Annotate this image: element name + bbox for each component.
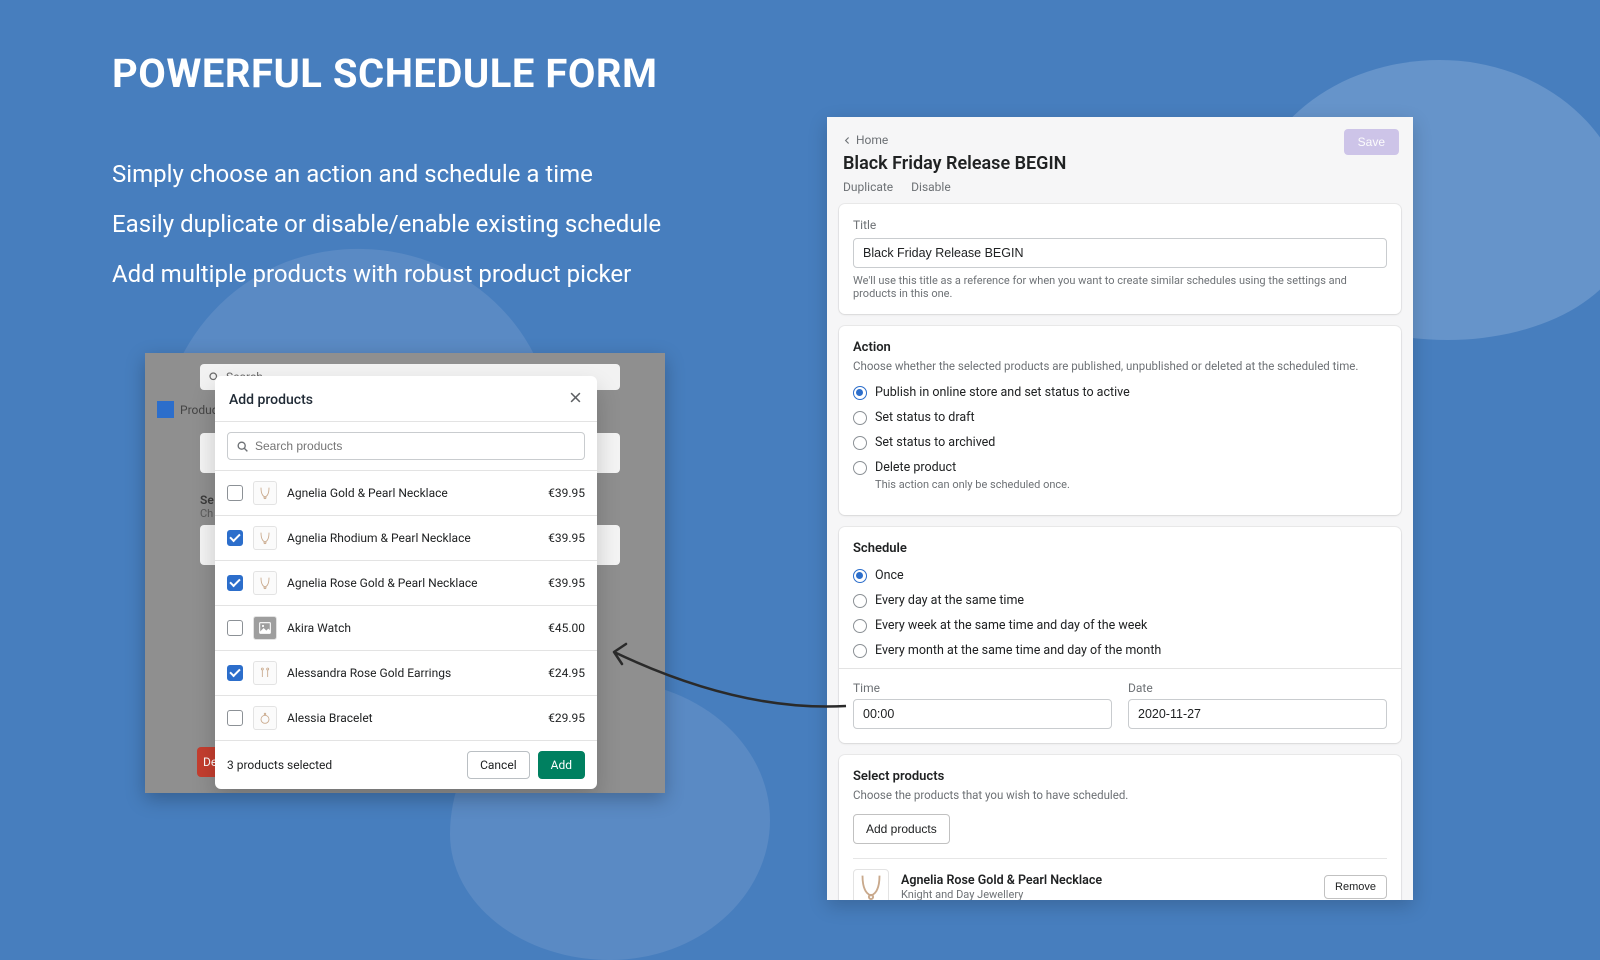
product-checkbox[interactable] bbox=[227, 485, 243, 501]
product-row[interactable]: Alessandra Rose Gold Earrings €24.95 bbox=[215, 651, 597, 696]
select-products-title: Select products bbox=[853, 769, 1387, 784]
product-row[interactable]: Agnelia Gold & Pearl Necklace €39.95 bbox=[215, 471, 597, 516]
date-label: Date bbox=[1128, 681, 1387, 695]
time-input[interactable] bbox=[853, 699, 1112, 729]
product-thumb bbox=[253, 661, 277, 685]
chevron-left-icon bbox=[843, 136, 852, 145]
schedule-radio-monthly[interactable] bbox=[853, 644, 867, 658]
hero-points: Simply choose an action and schedule a t… bbox=[112, 160, 661, 310]
hero-point-2: Easily duplicate or disable/enable exist… bbox=[112, 210, 661, 238]
search-icon bbox=[236, 440, 249, 453]
date-input[interactable] bbox=[1128, 699, 1387, 729]
duplicate-link[interactable]: Duplicate bbox=[843, 180, 893, 194]
action-card: Action Choose whether the selected produ… bbox=[839, 326, 1401, 515]
remove-button[interactable]: Remove bbox=[1324, 875, 1387, 899]
product-thumb bbox=[253, 706, 277, 730]
title-input[interactable] bbox=[853, 238, 1387, 268]
schedule-form-panel: Save Home Black Friday Release BEGIN Dup… bbox=[827, 117, 1413, 900]
disable-link[interactable]: Disable bbox=[911, 180, 951, 194]
schedule-card: Schedule Once Every day at the same time… bbox=[839, 527, 1401, 743]
product-row[interactable]: Alessia Bracelet €29.95 bbox=[215, 696, 597, 741]
product-checkbox[interactable] bbox=[227, 620, 243, 636]
selected-product-name: Agnelia Rose Gold & Pearl Necklace bbox=[901, 873, 1312, 888]
schedule-radio-weekly[interactable] bbox=[853, 619, 867, 633]
schedule-title: Schedule bbox=[853, 541, 1387, 556]
product-picker-modal: Add products Agnelia Gold & Pearl Neckla… bbox=[215, 376, 597, 789]
product-row[interactable]: Akira Watch €45.00 bbox=[215, 606, 597, 651]
product-name: Agnelia Rhodium & Pearl Necklace bbox=[287, 531, 538, 545]
search-products-input[interactable] bbox=[227, 432, 585, 460]
product-price: €39.95 bbox=[548, 486, 585, 500]
modal-title: Add products bbox=[229, 392, 313, 408]
cancel-button[interactable]: Cancel bbox=[467, 751, 530, 779]
product-checkbox[interactable] bbox=[227, 665, 243, 681]
product-name: Alessandra Rose Gold Earrings bbox=[287, 666, 538, 680]
action-title: Action bbox=[853, 340, 1387, 355]
add-button[interactable]: Add bbox=[538, 751, 585, 779]
product-checkbox[interactable] bbox=[227, 710, 243, 726]
breadcrumb-home[interactable]: Home bbox=[843, 133, 1397, 147]
selected-product-vendor: Knight and Day Jewellery bbox=[901, 888, 1312, 900]
save-button[interactable]: Save bbox=[1344, 129, 1399, 155]
product-price: €39.95 bbox=[548, 576, 585, 590]
action-radio-draft[interactable] bbox=[853, 411, 867, 425]
title-label: Title bbox=[853, 218, 1387, 232]
app-logo bbox=[157, 401, 174, 418]
product-price: €45.00 bbox=[548, 621, 585, 635]
picker-backdrop: Search Product Se Ch De Add products Agn… bbox=[145, 353, 665, 793]
hero-point-3: Add multiple products with robust produc… bbox=[112, 260, 661, 288]
product-row[interactable]: Agnelia Rose Gold & Pearl Necklace €39.9… bbox=[215, 561, 597, 606]
action-radio-archived[interactable] bbox=[853, 436, 867, 450]
product-name: Agnelia Rose Gold & Pearl Necklace bbox=[287, 576, 538, 590]
title-card: Title We'll use this title as a referenc… bbox=[839, 204, 1401, 314]
add-products-button[interactable]: Add products bbox=[853, 814, 950, 844]
page-title: Black Friday Release BEGIN bbox=[843, 153, 1066, 174]
product-thumb bbox=[253, 481, 277, 505]
title-helper: We'll use this title as a reference for … bbox=[853, 274, 1387, 300]
selected-product-row: Agnelia Rose Gold & Pearl Necklace Knigh… bbox=[853, 858, 1387, 900]
product-price: €39.95 bbox=[548, 531, 585, 545]
selected-count: 3 products selected bbox=[227, 758, 459, 772]
product-name: Agnelia Gold & Pearl Necklace bbox=[287, 486, 538, 500]
product-thumb bbox=[253, 526, 277, 550]
hero-point-1: Simply choose an action and schedule a t… bbox=[112, 160, 661, 188]
product-thumb bbox=[253, 616, 277, 640]
action-subtitle: Choose whether the selected products are… bbox=[853, 359, 1387, 373]
product-checkbox[interactable] bbox=[227, 575, 243, 591]
schedule-radio-daily[interactable] bbox=[853, 594, 867, 608]
product-checkbox[interactable] bbox=[227, 530, 243, 546]
select-products-subtitle: Choose the products that you wish to hav… bbox=[853, 788, 1387, 802]
select-products-card: Select products Choose the products that… bbox=[839, 755, 1401, 900]
product-thumb bbox=[853, 869, 889, 900]
hero-title: POWERFUL SCHEDULE FORM bbox=[112, 50, 658, 97]
product-thumb bbox=[253, 571, 277, 595]
product-price: €29.95 bbox=[548, 711, 585, 725]
action-radio-publish[interactable] bbox=[853, 386, 867, 400]
product-price: €24.95 bbox=[548, 666, 585, 680]
product-name: Akira Watch bbox=[287, 621, 538, 635]
action-radio-delete[interactable] bbox=[853, 461, 867, 475]
time-label: Time bbox=[853, 681, 1112, 695]
schedule-radio-once[interactable] bbox=[853, 569, 867, 583]
product-row[interactable]: Agnelia Rhodium & Pearl Necklace €39.95 bbox=[215, 516, 597, 561]
product-name: Alessia Bracelet bbox=[287, 711, 538, 725]
close-icon[interactable] bbox=[568, 390, 583, 409]
